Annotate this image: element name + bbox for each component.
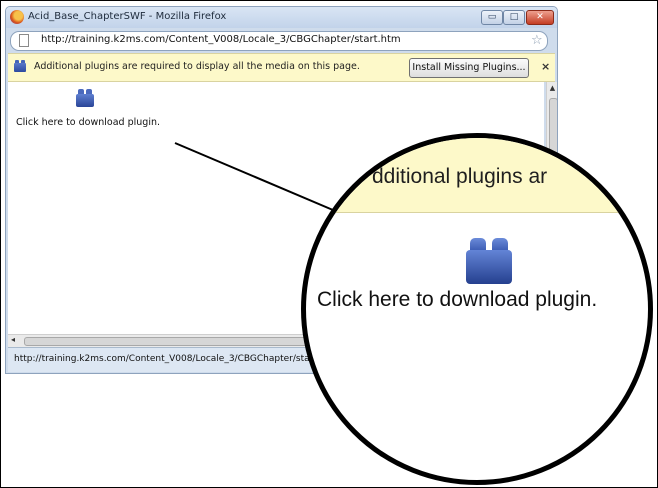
magnified-notification-band: dditional plugins ar — [306, 138, 648, 213]
magnified-download-text: Click here to download plugin. — [317, 288, 598, 311]
magnified-plugin-icon — [466, 238, 512, 284]
magnified-notification-text: dditional plugins ar — [372, 165, 548, 188]
magnified-callout: dditional plugins ar Click here to downl… — [301, 133, 653, 485]
